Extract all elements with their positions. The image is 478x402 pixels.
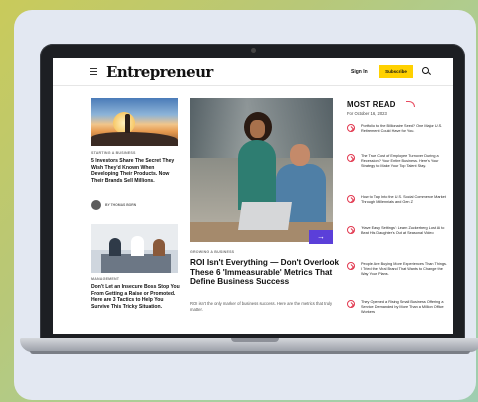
most-read-title: MOST READ	[347, 100, 396, 109]
site-logo[interactable]: Entrepreneur	[106, 63, 213, 81]
most-read-item[interactable]: The True Cost of Employee Turnover Durin…	[347, 154, 447, 184]
subscribe-button[interactable]: Subscribe	[379, 65, 413, 78]
laptop-notch	[231, 338, 279, 342]
arrow-up-right-icon	[347, 195, 355, 203]
byline-text[interactable]: BY THOMAS BORN	[105, 203, 136, 207]
most-read-item-text[interactable]: How to Tap Into the U.S. Social Commerce…	[361, 195, 447, 205]
arrow-up-right-icon	[347, 300, 355, 308]
most-read-item[interactable]: They Opened a Rising Small Business Offe…	[347, 300, 447, 330]
story1-title[interactable]: 5 Investors Share The Secret They Wish T…	[91, 158, 181, 184]
story1-byline: BY THOMAS BORN	[91, 200, 181, 210]
hero-image[interactable]	[190, 98, 333, 242]
most-read-item-text[interactable]: The True Cost of Employee Turnover Durin…	[361, 154, 447, 170]
most-read-item-text[interactable]: Portfolio to the Billionaire Seed? One M…	[361, 124, 447, 134]
arrow-right-icon[interactable]: →	[309, 230, 333, 244]
story1-kicker[interactable]: STARTING A BUSINESS	[91, 151, 136, 155]
arrow-up-right-icon	[347, 262, 355, 270]
laptop-base	[20, 338, 478, 352]
most-read-item[interactable]: People Are Buying More Experiences Than …	[347, 262, 447, 292]
most-read-item[interactable]: How to Tap Into the U.S. Social Commerce…	[347, 195, 447, 225]
arrow-up-right-icon	[347, 124, 355, 132]
site-header: Entrepreneur Sign In Subscribe	[53, 58, 453, 86]
most-read-item[interactable]: Portfolio to the Billionaire Seed? One M…	[347, 124, 447, 154]
hero-title[interactable]: ROI Isn't Everything — Don't Overlook Th…	[190, 258, 340, 287]
most-read-item-text[interactable]: 'Have Easy Settings': Learn Zuckerberg L…	[361, 226, 447, 236]
most-read-item-text[interactable]: They Opened a Rising Small Business Offe…	[361, 300, 447, 316]
story2-kicker[interactable]: MANAGEMENT	[91, 277, 119, 281]
arrow-up-right-icon	[347, 154, 355, 162]
laptop-lid: Entrepreneur Sign In Subscribe STARTING …	[40, 44, 465, 344]
laptop-screen: Entrepreneur Sign In Subscribe STARTING …	[53, 58, 453, 334]
laptop-base-shadow	[30, 351, 470, 354]
story2-image[interactable]	[91, 224, 178, 273]
most-read-item-text[interactable]: People Are Buying More Experiences Than …	[361, 262, 447, 278]
most-read-item[interactable]: 'Have Easy Settings': Learn Zuckerberg L…	[347, 226, 447, 256]
search-icon[interactable]	[422, 67, 429, 74]
most-read-date: For October 16, 2023	[347, 111, 387, 116]
hero-dek: ROI isn't the only marker of business su…	[190, 301, 333, 312]
trend-icon	[406, 101, 415, 107]
camera-icon	[250, 48, 256, 53]
sign-in-link[interactable]: Sign In	[351, 69, 368, 75]
story2-title[interactable]: Don't Let an Insecure Boss Stop You From…	[91, 284, 181, 310]
author-avatar	[91, 200, 101, 210]
hero-kicker[interactable]: GROWING A BUSINESS	[190, 250, 234, 254]
arrow-up-right-icon	[347, 226, 355, 234]
hamburger-menu-icon[interactable]	[90, 68, 97, 75]
story1-image[interactable]	[91, 98, 178, 146]
